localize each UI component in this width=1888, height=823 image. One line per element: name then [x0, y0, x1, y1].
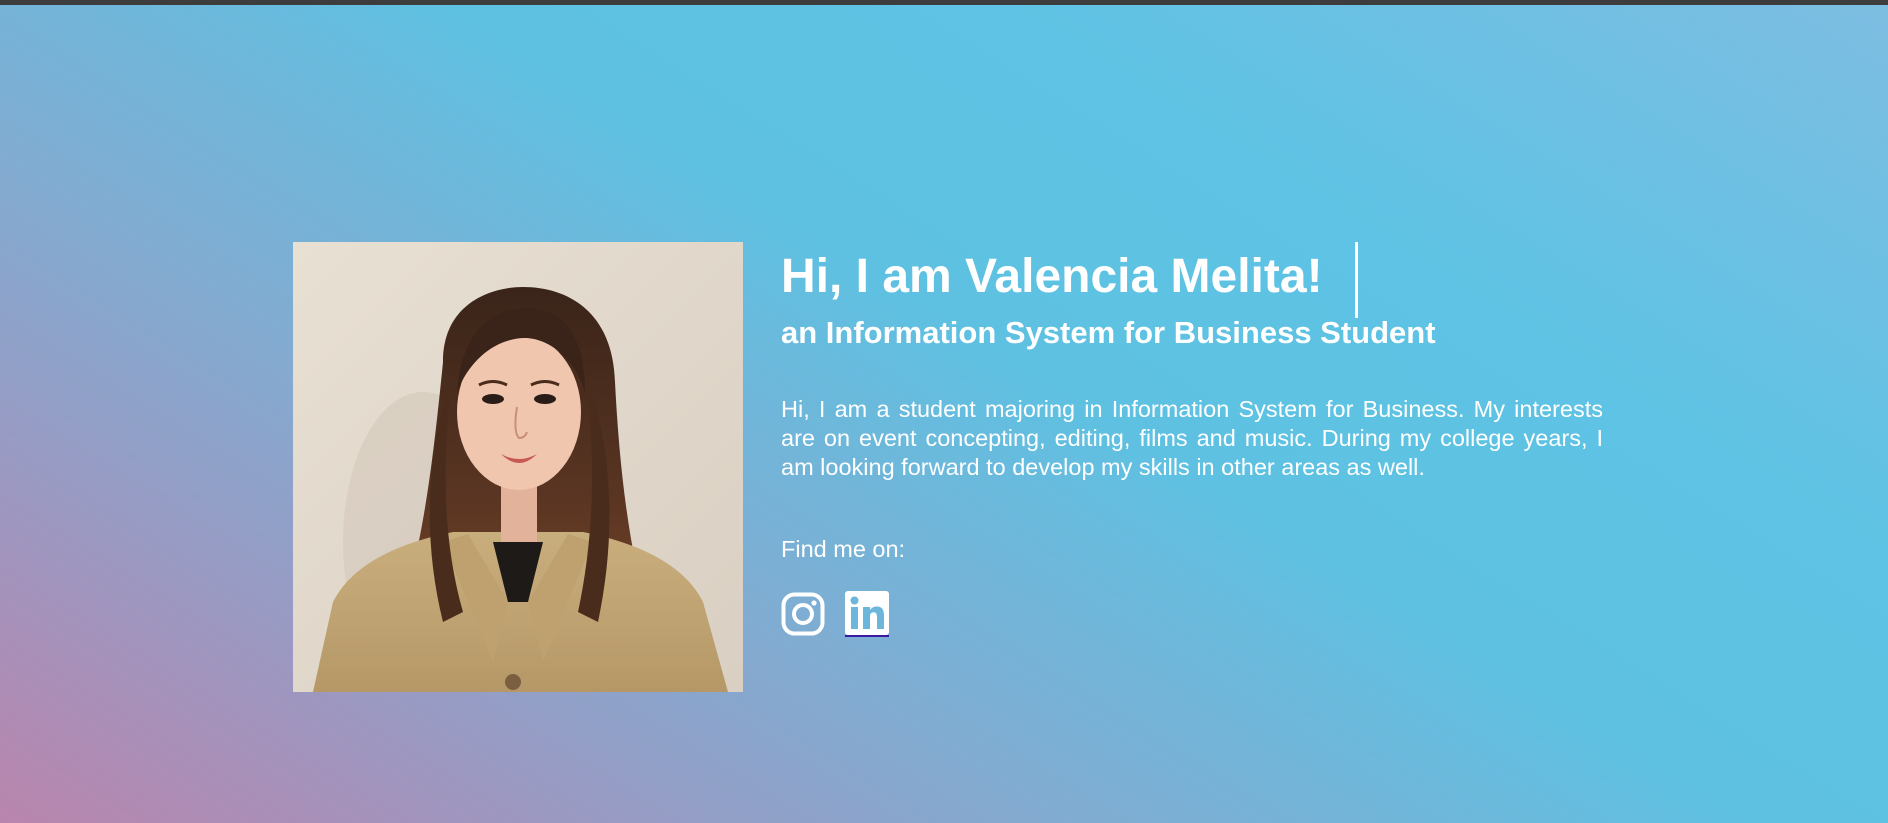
bio-paragraph: Hi, I am a student majoring in Informati… — [781, 396, 1603, 480]
profile-photo-illustration — [293, 242, 743, 692]
instagram-icon — [781, 592, 825, 636]
window-top-bar — [0, 0, 1888, 5]
instagram-link[interactable] — [781, 592, 825, 636]
linkedin-icon — [845, 591, 889, 635]
page-subtitle: an Information System for Business Stude… — [781, 315, 1436, 350]
social-links — [781, 591, 889, 637]
linkedin-link[interactable] — [845, 591, 889, 637]
headline-row: Hi, I am Valencia Melita! — [781, 242, 1603, 318]
intro-section: Hi, I am Valencia Melita! an Information… — [781, 242, 1603, 637]
typing-caret — [1355, 242, 1358, 318]
profile-photo — [293, 242, 743, 692]
find-me-label: Find me on: — [781, 536, 906, 562]
page-title: Hi, I am Valencia Melita! — [781, 250, 1323, 303]
